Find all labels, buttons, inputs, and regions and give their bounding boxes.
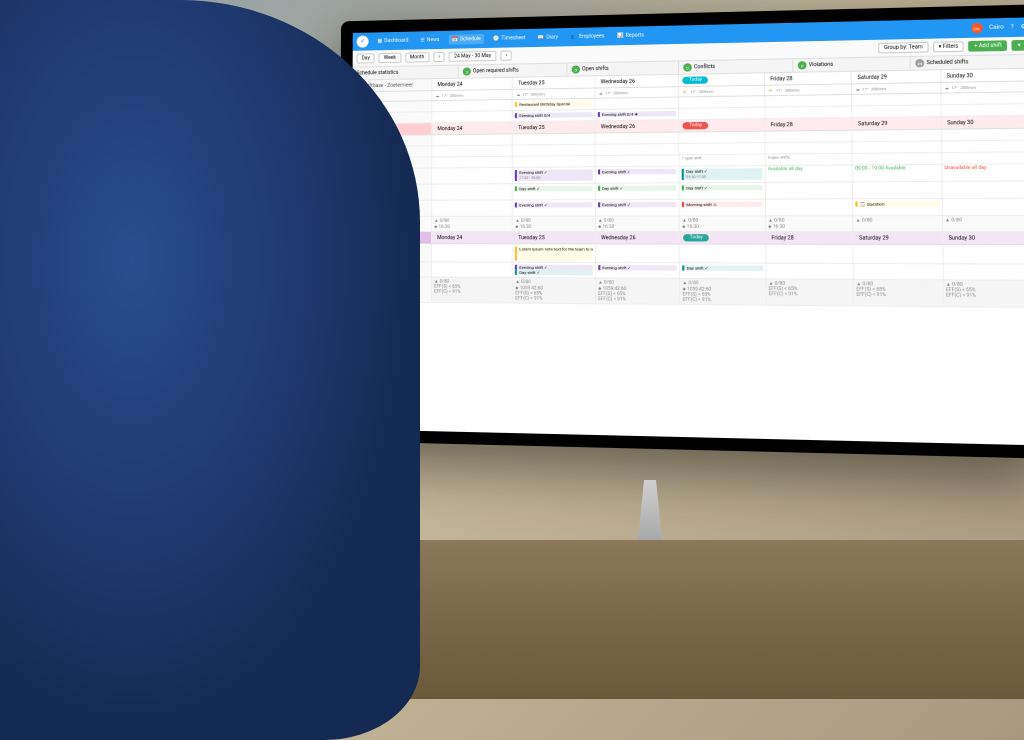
total-sun: ▲ 0/80 xyxy=(943,216,1024,231)
nav-diary[interactable]: 📖 Diary xyxy=(535,32,561,43)
btot-4: ▲ 0/80⬥ 1059:42:60EFF(S) < 65%EFF(C) < 9… xyxy=(680,278,766,304)
dev-shift-1b[interactable]: Day shift ✓ xyxy=(515,270,593,276)
view-day[interactable]: Day xyxy=(357,53,375,63)
nav-reports[interactable]: 📊 Reports xyxy=(614,30,647,41)
add-shift-button[interactable]: + Add shift xyxy=(968,40,1007,51)
totals-row: ▲ 0/80⬥ 16:30 ▲ 0/80⬥ 16:30 ▲ 0/80⬥ 16:3… xyxy=(352,216,1024,232)
weather-sun: ☁ 17° 200mm xyxy=(941,82,1024,93)
weather-tue: ☁ 17° 200mm xyxy=(513,89,595,99)
stat-open-shifts[interactable]: 5Open shifts xyxy=(567,61,679,75)
stat-scheduled[interactable]: 49Scheduled shifts xyxy=(911,55,1024,70)
shift-e2-wed[interactable]: Day shift ✓ xyxy=(598,185,677,191)
filters-button[interactable]: ▾ Filters xyxy=(933,41,964,52)
event-pill[interactable]: Restaurant Birthday Special xyxy=(515,100,592,106)
open-shift-1[interactable]: 1 open shift xyxy=(682,156,702,160)
help-icon[interactable]: ? xyxy=(1011,24,1014,30)
nav-timesheet[interactable]: 🕘 Timesheet xyxy=(490,33,529,44)
stat-violations[interactable]: 0Violations xyxy=(793,57,911,72)
bottom-totals: ▲ 0/80EFF(S) < 65%EFF(C) < 91% ▲ 0/80⬥ 1… xyxy=(352,277,1024,308)
app-logo[interactable]: ✓ xyxy=(357,36,369,48)
dev-shift-3[interactable]: Day shift ✓ xyxy=(682,265,763,271)
avail-sat: 09:00 - 19:00 Available xyxy=(855,166,905,172)
total-thu: ▲ 0/80⬥ 16:30 xyxy=(680,216,766,231)
stat-open-required[interactable]: 3Open required shifts xyxy=(459,64,568,78)
day-fri[interactable]: Friday 28 xyxy=(765,72,852,85)
day-sun[interactable]: Sunday 30 xyxy=(941,69,1024,82)
btot-5: ▲ 0/80EFF(S) < 65%EFF(C) < 91% xyxy=(766,279,854,305)
stat-conflicts[interactable]: 0Conflicts xyxy=(679,59,793,74)
app-screen: ✓ ▦ Dashboard ☰ News 📅 Schedule 🕘 Timesh… xyxy=(351,17,1024,445)
open-shift-3[interactable]: 3 open shifts xyxy=(768,155,790,159)
shift-e3-tue[interactable]: Evening shift ✓ xyxy=(515,202,592,207)
nav-news[interactable]: ☰ News xyxy=(417,35,442,46)
next-week[interactable]: › xyxy=(500,50,512,60)
weather-wed: ☁ 17° 200mm xyxy=(595,87,679,98)
nav-dashboard[interactable]: ▦ Dashboard xyxy=(375,36,412,47)
shift-e3-thu[interactable]: Morning shift ⚠ xyxy=(682,201,762,206)
btot-7: ▲ 0/80EFF(S) < 65%EFF(C) < 91% xyxy=(943,280,1024,307)
dev-shift-1[interactable]: Evening shift ✓ xyxy=(515,264,593,269)
dev-note[interactable]: Lorem ipsum note text for the team to re… xyxy=(515,246,593,261)
user-name[interactable]: Cairo xyxy=(989,24,1004,31)
btot-1: ▲ 0/80EFF(S) < 65%EFF(C) < 91% xyxy=(432,277,513,302)
total-mon: ▲ 0/80⬥ 16:30 xyxy=(432,217,513,231)
req-shift-2[interactable]: Evening shift 0/4 ★ xyxy=(598,110,677,116)
prev-week[interactable]: ‹ xyxy=(433,52,445,62)
date-range[interactable]: 24 May - 30 May xyxy=(449,51,496,62)
shift-e1-thu[interactable]: Day shift ✓09:30-17:30 xyxy=(682,168,762,180)
weather-fri: ⛅ 17° 200mm xyxy=(765,84,852,95)
shift-e3-sat[interactable]: 📋 Question xyxy=(855,201,939,207)
stats-label: Schedule statistics xyxy=(353,66,459,80)
total-sat: ▲ 0/80 xyxy=(853,216,942,231)
nav-schedule[interactable]: 📅 Schedule xyxy=(449,34,484,45)
day-today[interactable]: Today xyxy=(679,73,765,86)
weather-thu: ⛅ 17° 200mm xyxy=(679,86,765,97)
req-shift-1[interactable]: Evening shift 0/4 xyxy=(515,112,592,118)
day-mon[interactable]: Monday 24 xyxy=(432,78,513,90)
add-shift-dropdown[interactable]: ▾ xyxy=(1012,40,1024,51)
nav-employees[interactable]: 👥 Employees xyxy=(567,31,607,42)
day-wed[interactable]: Wednesday 26 xyxy=(595,75,679,88)
total-fri: ▲ 0/80⬥ 16:30 xyxy=(766,216,854,231)
shift-e2-tue[interactable]: Day shift ✓ xyxy=(515,185,592,190)
day-tue[interactable]: Tuesday 25 xyxy=(513,76,595,89)
monitor-frame: ✓ ▦ Dashboard ☰ News 📅 Schedule 🕘 Timesh… xyxy=(339,4,1024,459)
btot-3: ▲ 0/80⬥ 1059:42:60EFF(S) < 65%EFF(C) < 9… xyxy=(596,278,680,303)
unavail-sun: Unavailable all day xyxy=(944,166,986,172)
view-week[interactable]: Week xyxy=(379,53,401,63)
view-month[interactable]: Month xyxy=(405,52,429,62)
foreground-person xyxy=(0,0,420,740)
user-avatar[interactable]: CH xyxy=(971,23,983,34)
total-wed: ▲ 0/80⬥ 16:30 xyxy=(596,216,680,231)
shift-e1-wed[interactable]: Evening shift ✓ xyxy=(598,168,677,174)
total-tue: ▲ 0/80⬥ 16:30 xyxy=(513,217,596,231)
avail-fri: Available all day xyxy=(768,167,803,172)
shift-e3-wed[interactable]: Evening shift ✓ xyxy=(598,201,677,206)
weather-mon: ☁ 17° 200mm xyxy=(432,90,513,100)
gear-icon[interactable]: ⚙ xyxy=(1020,24,1024,31)
employee-row-3: Ariel Mccullough0 hrs Evening shift ✓ Ev… xyxy=(352,199,1024,217)
dev-shift-2[interactable]: Evening shift ✓ xyxy=(598,265,677,271)
weather-sat: ☁ 17° 200mm xyxy=(852,83,941,94)
shift-e2-thu[interactable]: Day shift ✓ xyxy=(682,184,762,190)
shift-e1-tue[interactable]: Evening shift ✓17:00 - 23:00 xyxy=(515,169,592,181)
btot-2: ▲ 0/80⬥ 1059:42:60EFF(S) < 65%EFF(C) < 9… xyxy=(513,277,596,302)
day-sat[interactable]: Saturday 29 xyxy=(852,70,941,83)
btot-6: ▲ 0/80EFF(S) < 65%EFF(C) < 91% xyxy=(854,279,944,305)
dev-header[interactable]: Development Monday 24 Tuesday 25 Wednesd… xyxy=(352,232,1024,245)
group-by[interactable]: Group by: Team xyxy=(878,42,928,54)
